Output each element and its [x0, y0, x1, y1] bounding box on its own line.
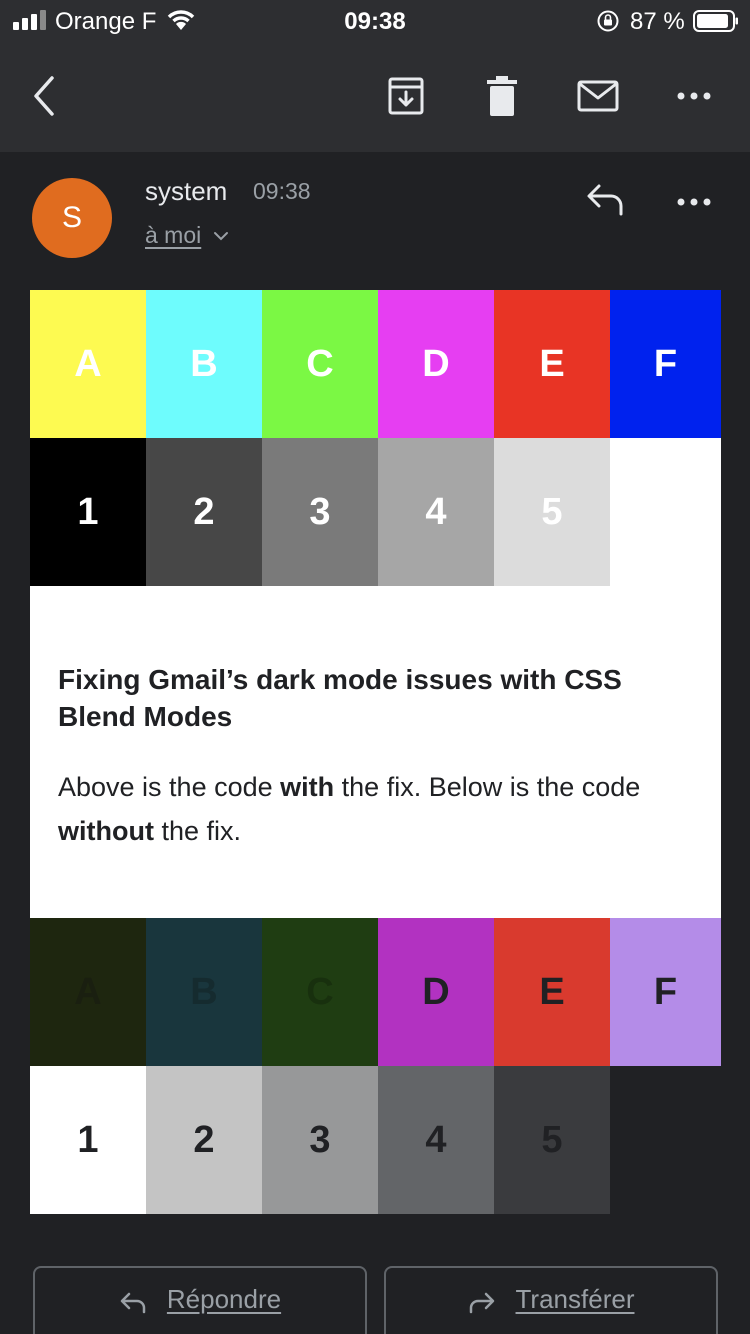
email-paragraph: Above is the code with the fix. Below is…	[58, 765, 693, 853]
reply-icon	[120, 1292, 146, 1314]
without-fix-letter-cell-A: A	[30, 918, 146, 1066]
without-fix-number-cell-4: 4	[378, 1066, 494, 1214]
more-icon	[677, 198, 711, 206]
forward-label: Transférer	[515, 1284, 635, 1314]
mark-unread-icon	[577, 80, 619, 112]
reply-header-button[interactable]	[585, 182, 629, 222]
with-fix-number-cell-3: 3	[262, 438, 378, 586]
with-fix-number-cell-2: 2	[146, 438, 262, 586]
mark-unread-button[interactable]	[576, 74, 620, 118]
back-icon	[34, 76, 54, 116]
without-fix-letter-cell-D: D	[378, 918, 494, 1066]
archive-icon	[388, 77, 424, 115]
letter-row-with-fix: ABCDEF	[30, 290, 721, 438]
email-body: ABCDEF 12345 Fixing Gmail’s dark mode is…	[30, 290, 721, 1214]
email-headline: Fixing Gmail’s dark mode issues with CSS…	[58, 664, 622, 732]
avatar[interactable]: S	[32, 178, 112, 258]
forward-icon	[469, 1292, 494, 1314]
with-fix-number-cell-4: 4	[378, 438, 494, 586]
more-button[interactable]	[672, 74, 716, 118]
without-fix-number-cell-5: 5	[494, 1066, 610, 1214]
status-bar: Orange F 09:38 87 %	[0, 0, 750, 44]
with-fix-number-cell-5: 5	[494, 438, 610, 586]
toolbar	[0, 44, 750, 152]
sent-time: 09:38	[253, 178, 311, 204]
without-fix-number-cell-1: 1	[30, 1066, 146, 1214]
with-fix-number-cell-empty	[610, 438, 721, 586]
archive-button[interactable]	[384, 74, 428, 118]
recipient-details[interactable]: à moi	[145, 222, 201, 249]
para-text: Above is the code	[58, 772, 281, 802]
without-fix-letter-cell-E: E	[494, 918, 610, 1066]
forward-button[interactable]: Transférer	[384, 1266, 718, 1334]
battery-percent: 87 %	[630, 8, 685, 35]
letter-row-without-fix: ABCDEF	[30, 918, 721, 1066]
reply-label: Répondre	[166, 1284, 282, 1314]
reply-button[interactable]: Répondre	[33, 1266, 367, 1334]
without-fix-number-cell-empty	[610, 1066, 721, 1214]
para-bold: without	[58, 816, 154, 846]
delete-icon	[487, 76, 517, 116]
message-more-button[interactable]	[672, 182, 716, 222]
with-fix-letter-cell-A: A	[30, 290, 146, 438]
number-row-with-fix: 12345	[30, 438, 721, 586]
with-fix-letter-cell-F: F	[610, 290, 721, 438]
without-fix-letter-cell-C: C	[262, 918, 378, 1066]
email-text: Fixing Gmail’s dark mode issues with CSS…	[30, 586, 721, 918]
chevron-down-icon[interactable]	[213, 230, 229, 242]
battery-icon	[693, 10, 738, 32]
color-grid-without-fix: ABCDEF 12345	[30, 918, 721, 1214]
para-text: the fix.	[153, 816, 242, 846]
color-grid-with-fix: ABCDEF 12345	[30, 290, 721, 586]
with-fix-letter-cell-D: D	[378, 290, 494, 438]
para-text: the fix. Below is the code	[334, 772, 641, 802]
without-fix-number-cell-3: 3	[262, 1066, 378, 1214]
without-fix-letter-cell-B: B	[146, 918, 262, 1066]
back-button[interactable]	[22, 74, 66, 118]
with-fix-letter-cell-E: E	[494, 290, 610, 438]
para-bold: with	[280, 772, 335, 802]
number-row-without-fix: 12345	[30, 1066, 721, 1214]
reply-icon	[587, 184, 623, 216]
orientation-lock-icon	[597, 10, 619, 32]
more-icon	[677, 92, 711, 100]
without-fix-letter-cell-F: F	[610, 918, 721, 1066]
with-fix-letter-cell-C: C	[262, 290, 378, 438]
sender-name[interactable]: system	[145, 176, 227, 207]
with-fix-number-cell-1: 1	[30, 438, 146, 586]
delete-button[interactable]	[480, 74, 524, 118]
without-fix-number-cell-2: 2	[146, 1066, 262, 1214]
with-fix-letter-cell-B: B	[146, 290, 262, 438]
